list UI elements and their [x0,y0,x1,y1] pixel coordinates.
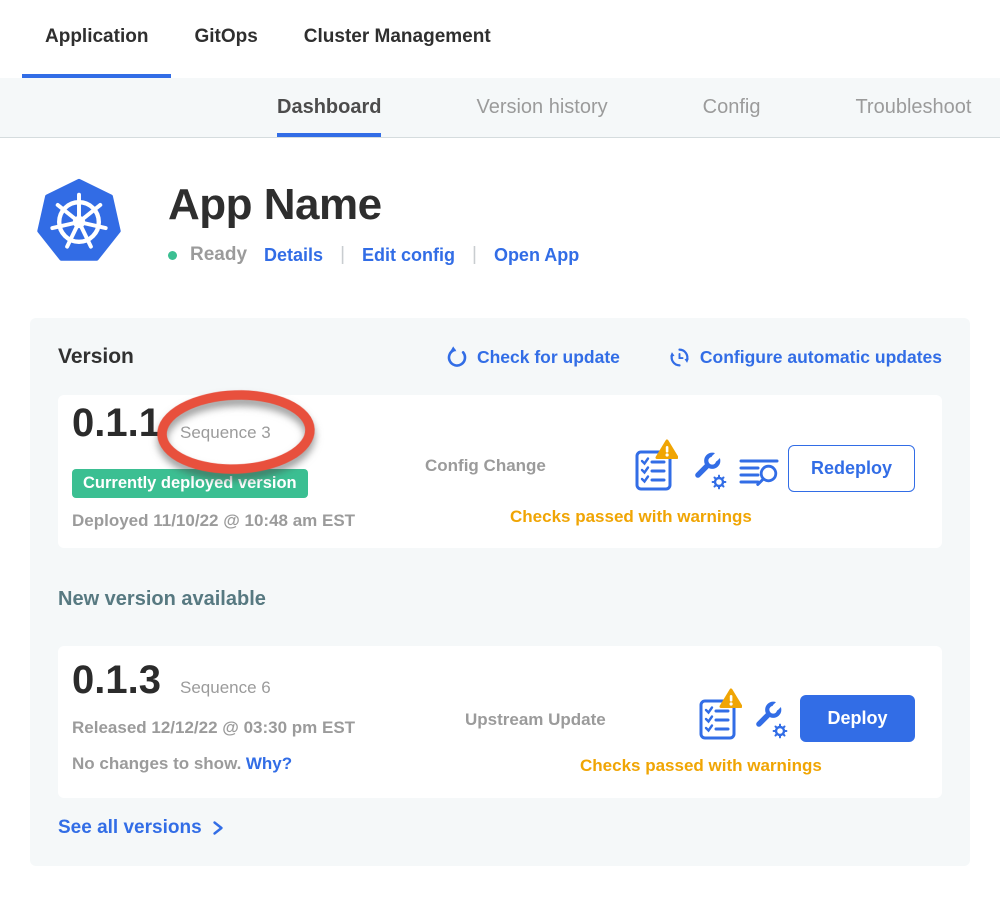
config-wrench-icon[interactable] [688,451,728,491]
tab-version-history[interactable]: Version history [476,78,607,137]
preflight-checks-warning-icon[interactable] [698,688,742,740]
configure-updates-label: Configure automatic updates [700,347,942,368]
scheduled-update-icon [668,346,691,369]
current-version-number: 0.1.1 [72,403,161,443]
currently-deployed-badge: Currently deployed version [72,469,308,498]
why-link[interactable]: Why? [246,754,292,773]
checks-warning-text: Checks passed with warnings [510,507,752,527]
version-panel-title: Version [58,345,134,369]
config-wrench-icon[interactable] [749,700,789,740]
version-panel: Version Check for update [30,318,970,866]
app-nav-application[interactable]: Application [22,0,171,78]
refresh-icon [446,346,468,368]
available-version-card: 0.1.3 Sequence 6 Released 12/12/22 @ 03:… [58,646,942,798]
tab-config[interactable]: Config [703,78,761,137]
view-files-icon[interactable] [739,457,781,491]
tab-dashboard[interactable]: Dashboard [277,78,381,137]
check-for-update-link[interactable]: Check for update [446,346,620,368]
tab-troubleshoot[interactable]: Troubleshoot [855,78,971,137]
current-sequence-label: Sequence 3 [180,423,271,443]
kubernetes-logo-icon [35,178,123,266]
version-source-label: Upstream Update [465,710,606,730]
deployed-timestamp: Deployed 11/10/22 @ 10:48 am EST [72,511,355,531]
configure-automatic-updates-link[interactable]: Configure automatic updates [668,346,942,369]
app-header: App Name Ready Details | Edit config | O… [35,178,1000,266]
chevron-right-icon [212,820,224,836]
app-nav-gitops[interactable]: GitOps [171,0,280,78]
preflight-checks-warning-icon[interactable] [634,439,678,491]
check-for-update-label: Check for update [477,347,620,368]
edit-config-link[interactable]: Edit config [362,245,455,266]
current-version-card: 0.1.1 Sequence 3 Currently deployed vers… [58,395,942,548]
version-source-label: Config Change [425,456,546,476]
released-timestamp: Released 12/12/22 @ 03:30 pm EST [72,718,355,738]
status-text: Ready [190,244,247,266]
redeploy-button[interactable]: Redeploy [788,445,915,492]
new-version-heading: New version available [58,588,942,612]
link-divider: | [472,244,477,266]
open-app-link[interactable]: Open App [494,245,579,266]
see-all-versions-label: See all versions [58,817,202,839]
app-nav: Application GitOps Cluster Management [0,0,1000,78]
no-changes-text: No changes to show. [72,754,241,773]
available-sequence-label: Sequence 6 [180,678,271,698]
checks-warning-text: Checks passed with warnings [580,756,822,776]
page-title: App Name [168,180,579,230]
see-all-versions-link[interactable]: See all versions [58,816,942,840]
available-version-number: 0.1.3 [72,660,161,700]
deploy-button[interactable]: Deploy [800,695,915,742]
status-ready-dot-icon [168,251,177,260]
app-nav-cluster-management[interactable]: Cluster Management [281,0,514,78]
details-link[interactable]: Details [264,245,323,266]
link-divider: | [340,244,345,266]
page-nav: Dashboard Version history Config Trouble… [0,78,1000,138]
